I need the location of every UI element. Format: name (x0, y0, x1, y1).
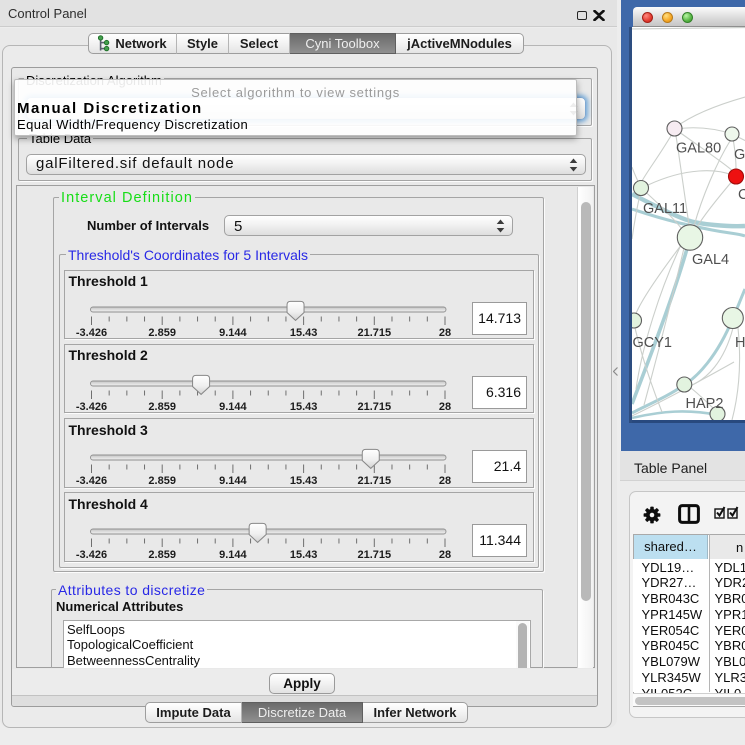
svg-text:C: C (738, 187, 745, 203)
svg-text:-3.426: -3.426 (76, 475, 107, 487)
svg-text:15.43: 15.43 (290, 475, 318, 487)
svg-text:2.859: 2.859 (148, 401, 176, 413)
svg-text:HI: HI (735, 335, 745, 351)
svg-text:28: 28 (439, 475, 451, 487)
svg-text:GAL80: GAL80 (676, 141, 721, 157)
svg-text:9.144: 9.144 (219, 475, 247, 487)
svg-text:28: 28 (439, 550, 451, 562)
svg-text:HAP2: HAP2 (686, 396, 724, 412)
svg-text:9.144: 9.144 (219, 401, 247, 413)
svg-text:28: 28 (439, 327, 451, 339)
svg-text:21.715: 21.715 (357, 550, 391, 562)
svg-text:21.715: 21.715 (357, 401, 391, 413)
svg-text:GAL11: GAL11 (643, 201, 687, 217)
svg-text:21.715: 21.715 (357, 475, 391, 487)
svg-text:2.859: 2.859 (148, 475, 176, 487)
svg-text:2.859: 2.859 (148, 550, 176, 562)
svg-text:GCY1: GCY1 (633, 335, 673, 351)
svg-text:GAL4: GAL4 (692, 252, 729, 268)
svg-text:GA: GA (734, 147, 745, 163)
svg-text:-3.426: -3.426 (76, 401, 107, 413)
svg-text:9.144: 9.144 (219, 550, 247, 562)
svg-text:2.859: 2.859 (148, 327, 176, 339)
svg-text:-3.426: -3.426 (76, 550, 107, 562)
svg-text:15.43: 15.43 (290, 550, 318, 562)
svg-text:-3.426: -3.426 (76, 327, 107, 339)
svg-text:15.43: 15.43 (290, 327, 318, 339)
svg-text:28: 28 (439, 401, 451, 413)
svg-text:15.43: 15.43 (290, 401, 318, 413)
svg-text:9.144: 9.144 (219, 327, 247, 339)
svg-text:21.715: 21.715 (357, 327, 391, 339)
